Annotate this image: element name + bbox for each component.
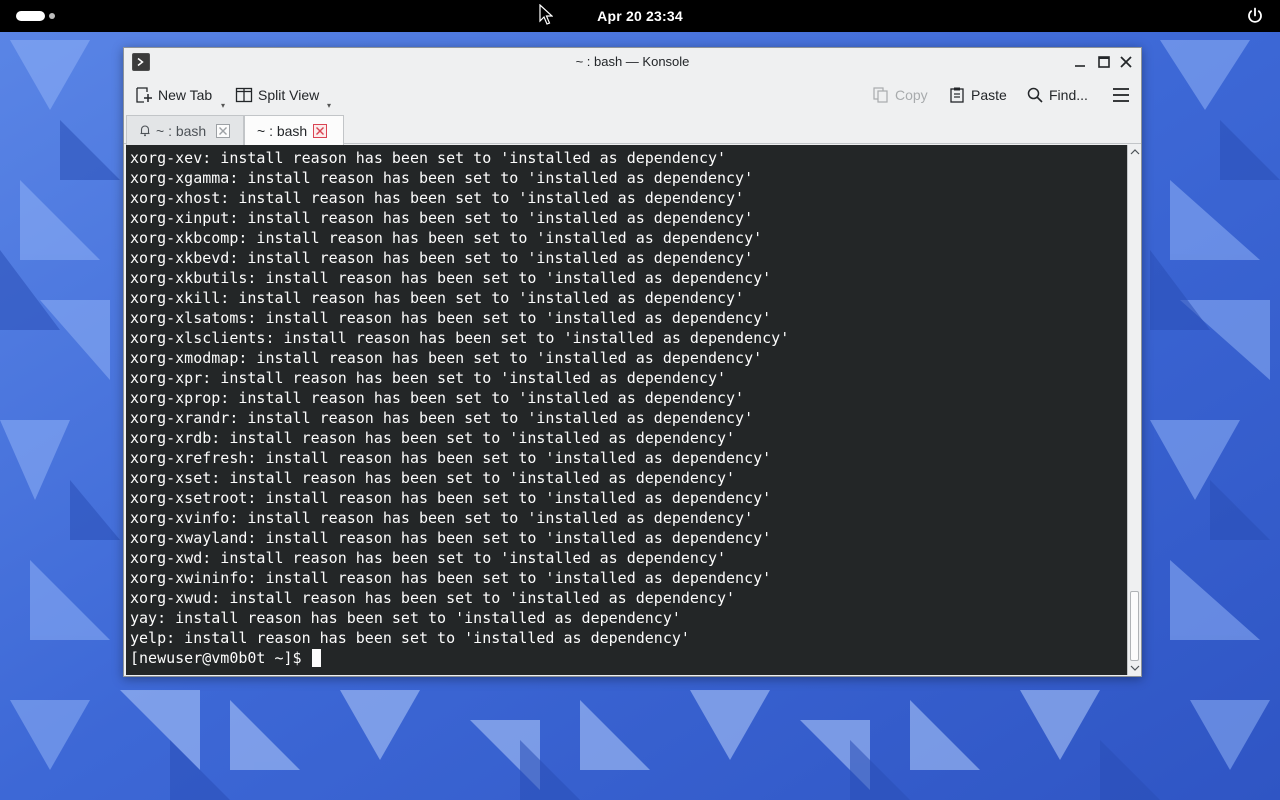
new-tab-icon: [136, 87, 152, 103]
scroll-down-arrow-icon[interactable]: [1130, 664, 1140, 672]
window-titlebar[interactable]: ~ : bash — Konsole: [124, 48, 1141, 76]
terminal-line: xorg-xprop: install reason has been set …: [130, 389, 745, 407]
bell-icon: [140, 125, 150, 137]
terminal-line: xorg-xwayland: install reason has been s…: [130, 529, 772, 547]
clock[interactable]: Apr 20 23:34: [540, 0, 740, 32]
terminal-line: xorg-xinput: install reason has been set…: [130, 209, 754, 227]
terminal-line: xorg-xrandr: install reason has been set…: [130, 409, 754, 427]
close-button[interactable]: [1118, 54, 1134, 70]
terminal-cursor: [311, 649, 321, 667]
terminal-output: xorg-xev: install reason has been set to…: [130, 148, 789, 668]
terminal-line: xorg-xmodmap: install reason has been se…: [130, 349, 763, 367]
tab-close-icon[interactable]: [216, 124, 230, 138]
terminal-line: xorg-xkbutils: install reason has been s…: [130, 269, 772, 287]
terminal-line: xorg-xkbevd: install reason has been set…: [130, 249, 754, 267]
tab-bash-2[interactable]: ~ : bash: [244, 115, 344, 146]
tab-close-icon[interactable]: [313, 124, 327, 138]
terminal-view[interactable]: xorg-xev: install reason has been set to…: [126, 145, 1127, 675]
dropdown-indicator-icon: ▾: [327, 101, 332, 110]
terminal-line: xorg-xpr: install reason has been set to…: [130, 369, 727, 387]
workspace-indicator-dot: [49, 13, 55, 19]
scrollbar-thumb[interactable]: [1130, 591, 1139, 661]
app-menu-button[interactable]: [132, 53, 150, 71]
maximize-button[interactable]: [1096, 54, 1112, 70]
new-tab-button[interactable]: New Tab ▾: [135, 83, 225, 110]
terminal-line: xorg-xwud: install reason has been set t…: [130, 589, 736, 607]
toolbar: New Tab ▾ Split View ▾ Copy Paste Find..…: [124, 76, 1141, 112]
tab-bar: ~ : bash ~ : bash: [124, 112, 1141, 146]
terminal-line: xorg-xlsclients: install reason has been…: [130, 329, 790, 347]
minimize-button[interactable]: [1072, 54, 1088, 70]
search-icon: [1027, 87, 1043, 103]
terminal-line: xorg-xwd: install reason has been set to…: [130, 549, 727, 567]
find-label: Find...: [1049, 87, 1088, 103]
dropdown-indicator-icon: ▾: [221, 101, 226, 110]
terminal-line: yay: install reason has been set to 'ins…: [130, 609, 681, 627]
split-view-button[interactable]: Split View ▾: [235, 83, 331, 110]
terminal-line: xorg-xsetroot: install reason has been s…: [130, 489, 772, 507]
power-icon[interactable]: [1245, 6, 1265, 26]
terminal-line: xorg-xhost: install reason has been set …: [130, 189, 745, 207]
new-tab-label: New Tab: [158, 87, 213, 103]
terminal-line: yelp: install reason has been set to 'in…: [130, 629, 690, 647]
paste-label: Paste: [971, 87, 1007, 103]
hamburger-menu-icon[interactable]: [1112, 87, 1130, 103]
tab-bash-1[interactable]: ~ : bash: [126, 115, 244, 145]
terminal-line: xorg-xkbcomp: install reason has been se…: [130, 229, 763, 247]
terminal-line: xorg-xrefresh: install reason has been s…: [130, 449, 772, 467]
top-bar: Apr 20 23:34: [0, 0, 1280, 32]
activities-button[interactable]: [12, 10, 60, 22]
scroll-up-arrow-icon[interactable]: [1130, 148, 1140, 156]
workspace-indicator-active: [16, 11, 45, 21]
tab-label: ~ : bash: [156, 122, 207, 139]
terminal-prompt-icon: [137, 57, 144, 67]
terminal-line: xorg-xwininfo: install reason has been s…: [130, 569, 772, 587]
copy-label: Copy: [895, 87, 928, 103]
terminal-line: xorg-xvinfo: install reason has been set…: [130, 509, 754, 527]
copy-icon: [873, 87, 888, 103]
terminal-prompt-line[interactable]: [newuser@vm0b0t ~]$: [130, 648, 789, 668]
split-view-icon: [235, 87, 253, 103]
mouse-pointer-icon: [539, 4, 553, 25]
tab-label: ~ : bash: [257, 123, 308, 139]
terminal-line: xorg-xrdb: install reason has been set t…: [130, 429, 736, 447]
terminal-prompt: [newuser@vm0b0t ~]$: [130, 649, 311, 667]
find-button[interactable]: Find...: [1026, 83, 1088, 107]
split-view-label: Split View: [258, 87, 320, 103]
konsole-window: ~ : bash — Konsole New Tab ▾ Split View …: [123, 47, 1142, 677]
terminal-line: xorg-xlsatoms: install reason has been s…: [130, 309, 772, 327]
copy-button[interactable]: Copy: [872, 83, 928, 107]
terminal-line: xorg-xgamma: install reason has been set…: [130, 169, 754, 187]
window-title: ~ : bash — Konsole: [575, 54, 690, 69]
paste-icon: [950, 87, 964, 103]
paste-button[interactable]: Paste: [948, 83, 1007, 107]
terminal-line: xorg-xev: install reason has been set to…: [130, 149, 727, 167]
terminal-line: xorg-xset: install reason has been set t…: [130, 469, 736, 487]
terminal-scrollbar[interactable]: [1127, 145, 1141, 675]
terminal-line: xorg-xkill: install reason has been set …: [130, 289, 745, 307]
